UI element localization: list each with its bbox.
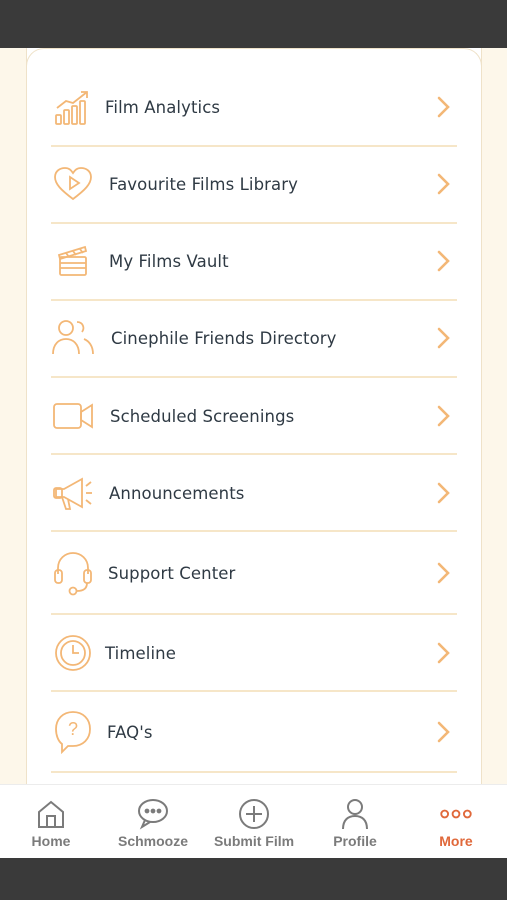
chevron-right-icon xyxy=(437,721,450,743)
nav-label: Submit Film xyxy=(213,833,295,849)
chevron-right-icon xyxy=(437,250,450,272)
heart-play-icon xyxy=(51,162,95,206)
divider xyxy=(51,145,457,147)
menu-item-label: Favourite Films Library xyxy=(109,174,299,194)
chevron-right-icon xyxy=(437,562,450,584)
divider xyxy=(51,453,457,455)
video-camera-icon xyxy=(51,394,95,438)
divider xyxy=(51,299,457,301)
plus-circle-icon xyxy=(237,797,271,831)
menu-item-label: Announcements xyxy=(109,483,245,503)
menu-item-label: My Films Vault xyxy=(109,251,229,271)
menu-item-support-center[interactable]: Support Center xyxy=(51,548,459,598)
nav-more[interactable]: More xyxy=(406,785,506,859)
bottom-navigation: Home Schmooze Submit Film Profile More xyxy=(0,784,507,858)
divider xyxy=(51,222,457,224)
divider xyxy=(51,613,457,615)
menu-item-faqs[interactable]: ? FAQ's xyxy=(51,708,459,756)
clock-icon xyxy=(51,631,95,675)
chevron-right-icon xyxy=(437,482,450,504)
menu-item-scheduled-screenings[interactable]: Scheduled Screenings xyxy=(51,394,459,438)
person-icon xyxy=(338,797,372,831)
nav-label: Profile xyxy=(333,833,377,849)
more-dots-icon xyxy=(439,797,473,831)
divider xyxy=(51,530,457,532)
chat-bubbles-icon xyxy=(136,797,170,831)
system-bar xyxy=(0,858,507,900)
screen: Film Analytics Favourite Films Library M… xyxy=(0,48,507,858)
chevron-right-icon xyxy=(437,642,450,664)
nav-label: Schmooze xyxy=(117,833,188,849)
menu-item-label: Cinephile Friends Directory xyxy=(111,328,337,348)
menu-item-favourite-films[interactable]: Favourite Films Library xyxy=(51,162,459,206)
menu-item-cinephile-friends[interactable]: Cinephile Friends Directory xyxy=(51,316,459,360)
home-icon xyxy=(34,797,68,831)
nav-profile[interactable]: Profile xyxy=(305,785,405,859)
users-icon xyxy=(51,316,95,360)
menu-item-timeline[interactable]: Timeline xyxy=(51,631,459,675)
chevron-right-icon xyxy=(437,96,450,118)
chevron-right-icon xyxy=(437,405,450,427)
chevron-right-icon xyxy=(437,173,450,195)
nav-schmooze[interactable]: Schmooze xyxy=(103,785,203,859)
menu-item-label: Scheduled Screenings xyxy=(110,406,295,426)
bar-chart-growth-icon xyxy=(51,85,95,129)
divider xyxy=(51,771,457,773)
divider xyxy=(51,690,457,692)
menu-item-announcements[interactable]: Announcements xyxy=(51,471,459,515)
menu-item-label: Film Analytics xyxy=(105,97,221,117)
svg-text:?: ? xyxy=(68,719,78,739)
nav-label: Home xyxy=(31,833,71,849)
question-bubble-icon: ? xyxy=(51,710,95,754)
menu-item-film-analytics[interactable]: Film Analytics xyxy=(51,85,459,129)
chevron-right-icon xyxy=(437,327,450,349)
menu-item-label: FAQ's xyxy=(107,722,153,742)
headset-icon xyxy=(51,551,95,596)
nav-label: More xyxy=(439,833,473,849)
menu-item-label: Support Center xyxy=(108,563,236,583)
nav-home[interactable]: Home xyxy=(1,785,101,859)
menu-card: Film Analytics Favourite Films Library M… xyxy=(26,48,482,808)
clapperboard-icon xyxy=(51,239,95,283)
megaphone-icon xyxy=(51,471,95,515)
menu-item-my-films-vault[interactable]: My Films Vault xyxy=(51,239,459,283)
menu-item-label: Timeline xyxy=(105,643,176,663)
divider xyxy=(51,376,457,378)
nav-submit-film[interactable]: Submit Film xyxy=(204,785,304,859)
